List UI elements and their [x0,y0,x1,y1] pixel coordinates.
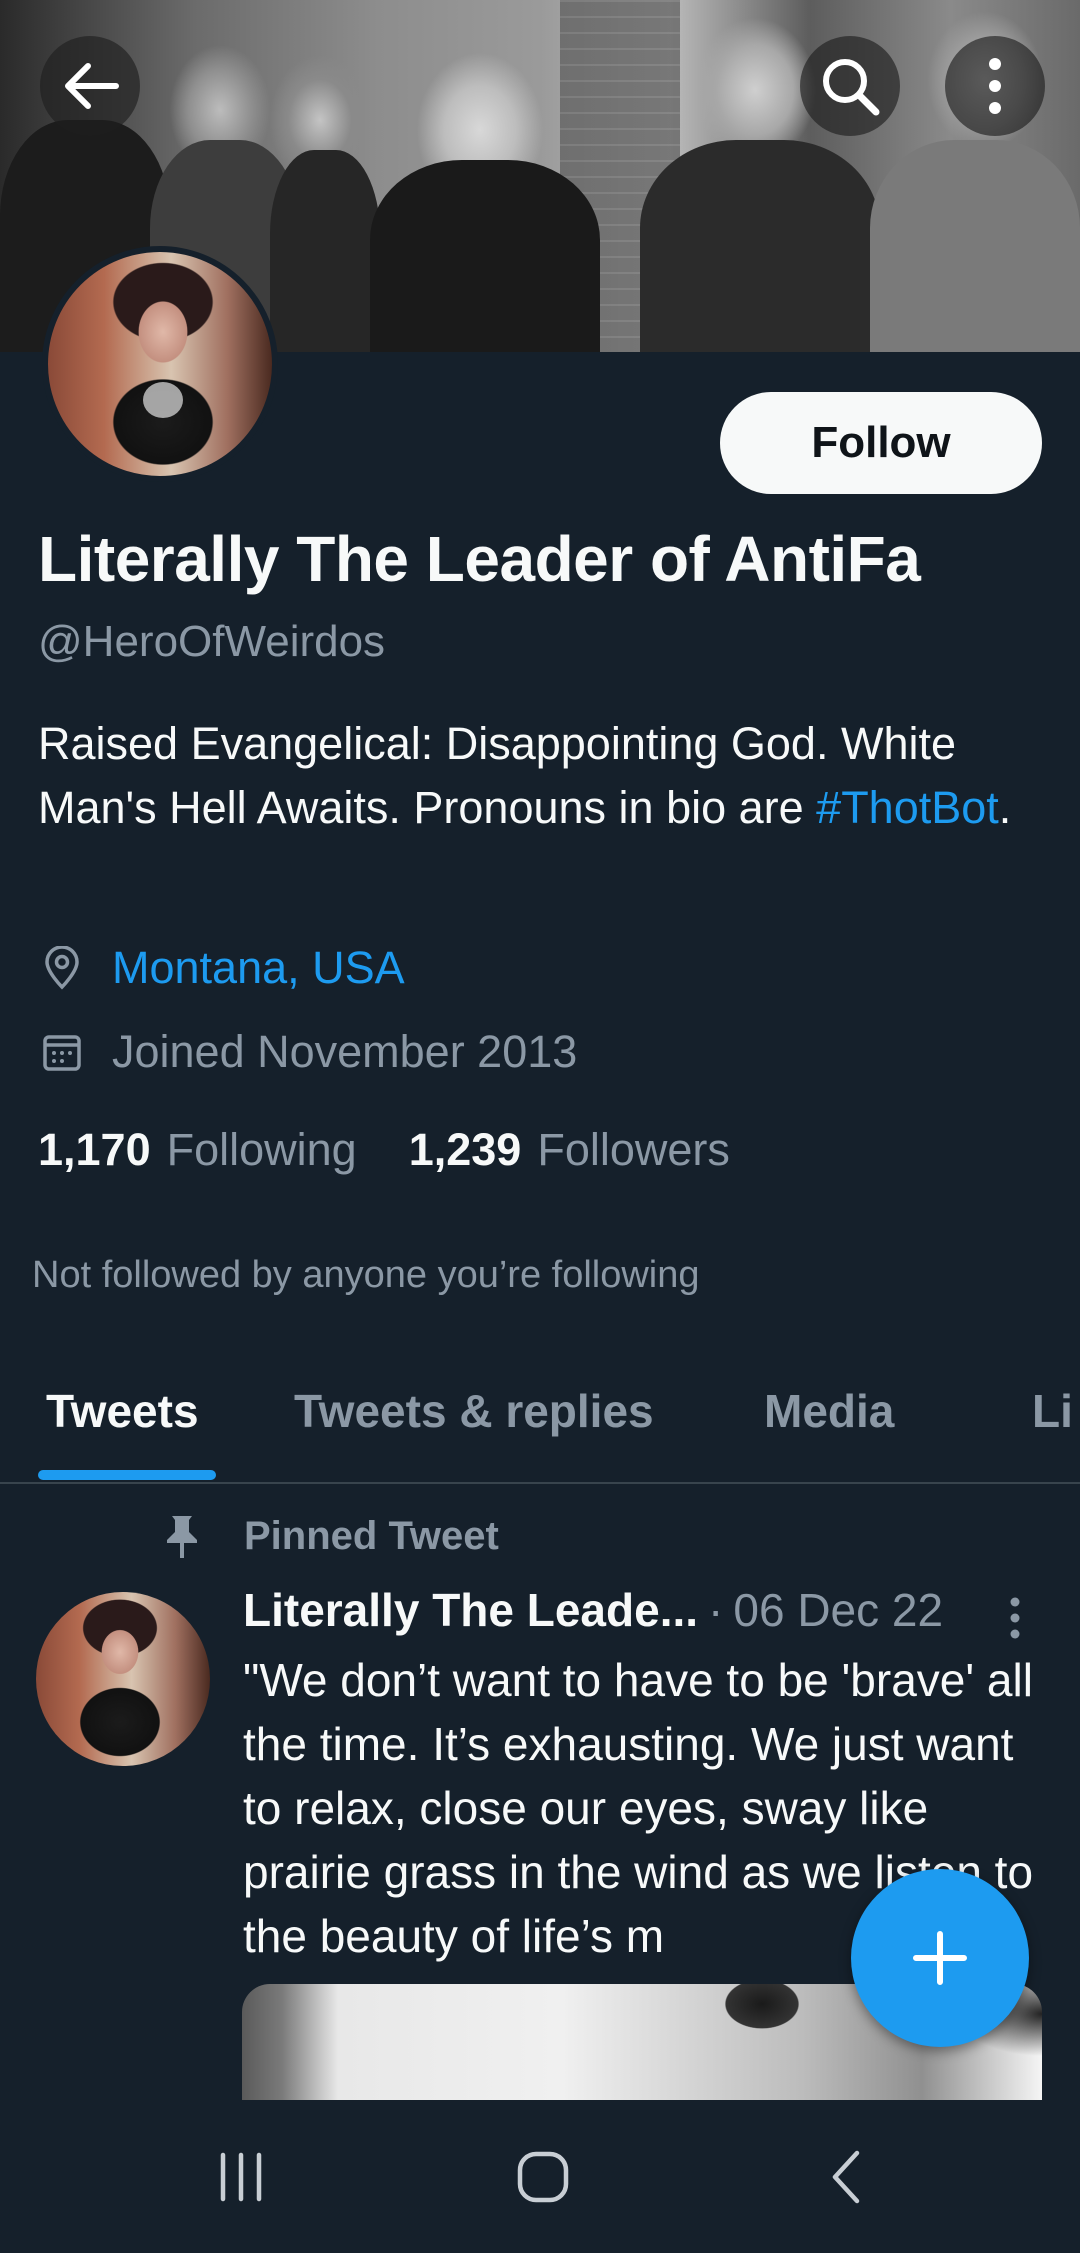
banner-figure [870,140,1080,352]
search-icon [823,59,880,116]
tab-likes[interactable]: Li [1032,1384,1073,1438]
home-button[interactable] [498,2140,588,2214]
search-button[interactable] [800,36,900,136]
tweet-author-avatar[interactable] [36,1592,210,1766]
system-back-button[interactable] [802,2140,892,2214]
tweet-date[interactable]: 06 Dec 22 [733,1583,943,1637]
user-handle: @HeroOfWeirdos [38,617,386,666]
tab-tweets[interactable]: Tweets [46,1384,199,1438]
tweet-more-button[interactable] [995,1590,1035,1646]
active-tab-indicator [38,1470,216,1480]
nav-back-icon [832,2150,860,2204]
followers-label[interactable]: Followers [537,1124,730,1176]
location-link[interactable]: Montana, USA [112,942,405,994]
banner-figure [370,160,600,352]
tweet-author-name[interactable]: Literally The Leade... [243,1583,698,1637]
calendar-icon [38,1028,86,1076]
more-vertical-icon [1010,1597,1020,1639]
banner-figure [640,140,880,352]
follow-stats: 1,170 Following 1,239 Followers [38,1124,782,1176]
home-icon [517,2151,569,2203]
tweet-header: Literally The Leade... · 06 Dec 22 [243,1583,943,1637]
profile-page: Follow Literally The Leader of AntiFa @H… [0,0,1080,2253]
pin-icon [160,1512,204,1560]
profile-avatar[interactable] [42,246,278,482]
more-vertical-icon [989,58,1001,114]
profile-bio: Raised Evangelical: Disappointing God. W… [38,712,1048,840]
tab-tweets-and-replies[interactable]: Tweets & replies [294,1384,654,1438]
system-navigation-bar [0,2100,1080,2253]
location-row: Montana, USA [38,942,405,994]
mutual-followers-note: Not followed by anyone you’re following [32,1254,700,1296]
profile-tabs: Tweets Tweets & replies Media Li [0,1362,1080,1484]
arrow-left-icon [65,63,119,109]
display-name: Literally The Leader of AntiFa [38,523,921,595]
compose-tweet-button[interactable] [851,1869,1029,2047]
following-count[interactable]: 1,170 [38,1124,151,1176]
plus-icon [913,1931,967,1985]
pinned-tweet-label: Pinned Tweet [160,1512,499,1560]
back-button[interactable] [40,36,140,136]
follow-button[interactable]: Follow [720,392,1042,494]
joined-date: Joined November 2013 [112,1026,578,1077]
tweet-separator: · [708,1584,724,1636]
pinned-label-text: Pinned Tweet [244,1513,499,1558]
bio-text-end: . [998,782,1012,833]
avatar-shirt-print [143,382,183,418]
following-label[interactable]: Following [167,1124,357,1176]
tab-media[interactable]: Media [764,1384,894,1438]
joined-row: Joined November 2013 [38,1026,577,1078]
recents-icon [220,2152,262,2202]
location-pin-icon [38,944,86,992]
recents-button[interactable] [196,2140,286,2214]
followers-count[interactable]: 1,239 [409,1124,522,1176]
bio-hashtag-link[interactable]: #ThotBot [816,782,999,833]
more-options-button[interactable] [945,36,1045,136]
banner-figure [270,150,380,352]
